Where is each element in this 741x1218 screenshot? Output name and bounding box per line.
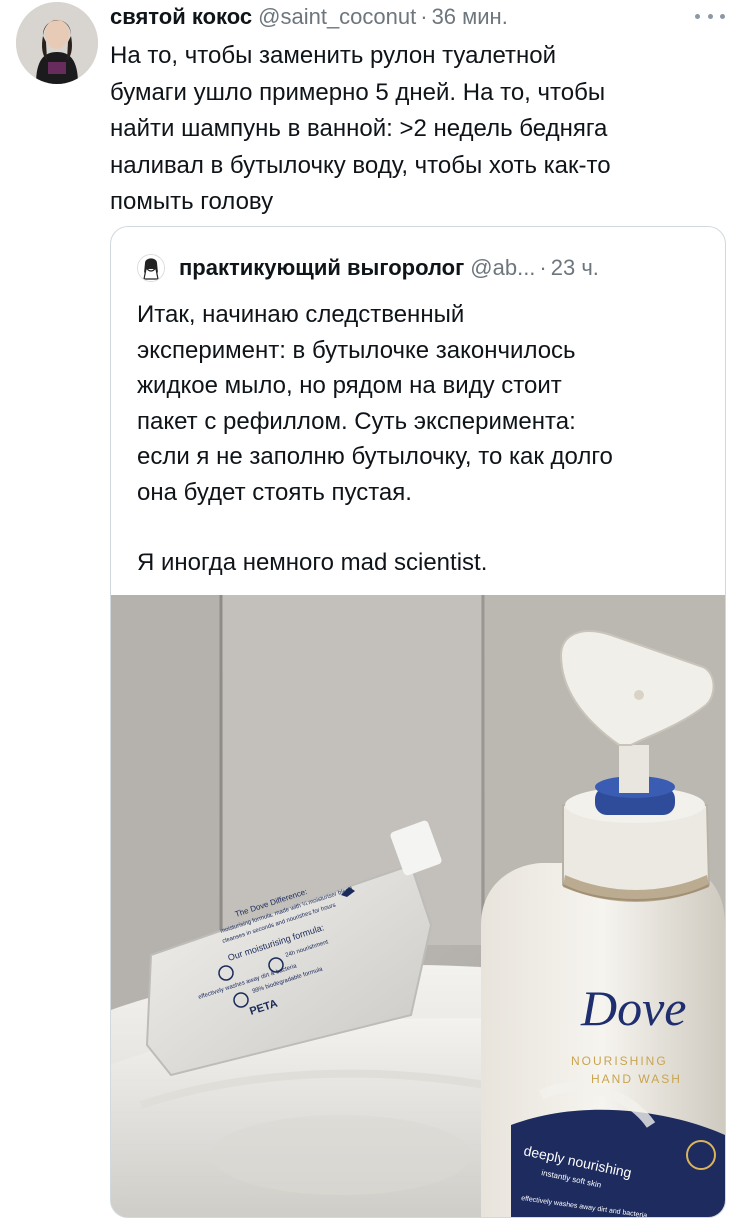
avatar[interactable] bbox=[16, 2, 98, 84]
user-handle[interactable]: @saint_coconut bbox=[258, 4, 416, 30]
display-name[interactable]: святой кокос bbox=[110, 4, 252, 30]
quote-separator-dot: · bbox=[539, 255, 547, 280]
bottle-brand: Dove bbox=[580, 980, 687, 1036]
more-dot bbox=[707, 13, 713, 19]
quote-paragraph: Я иногда немного mad scientist. bbox=[137, 549, 488, 576]
quote-avatar[interactable] bbox=[137, 254, 165, 282]
photo-image: The Dove Difference: moisturising formul… bbox=[111, 595, 725, 1217]
separator-dot: · bbox=[420, 4, 428, 29]
quote-paragraph: Итак, начинаю следственный эксперимент: … bbox=[137, 301, 613, 506]
attached-photo[interactable]: The Dove Difference: moisturising formul… bbox=[111, 595, 725, 1217]
quote-text: Итак, начинаю следственный эксперимент: … bbox=[137, 297, 707, 581]
tweet-header: святой кокос @saint_coconut · 36 мин. bbox=[110, 0, 721, 34]
more-dot bbox=[695, 13, 700, 19]
quote-header: практикующий выгоролог @ab... · 23 ч. bbox=[137, 251, 599, 285]
more-icon[interactable] bbox=[695, 6, 725, 26]
timestamp[interactable]: 36 мин. bbox=[432, 4, 508, 30]
quote-display-name[interactable]: практикующий выгоролог bbox=[179, 255, 464, 281]
bottle-sub-2: HAND WASH bbox=[591, 1072, 682, 1086]
bottle-sub-1: NOURISHING bbox=[571, 1054, 668, 1068]
quote-user-handle[interactable]: @ab... bbox=[470, 255, 535, 281]
avatar-image bbox=[16, 2, 98, 84]
quote-avatar-image bbox=[138, 255, 164, 281]
quote-timestamp[interactable]: 23 ч. bbox=[551, 255, 599, 281]
more-dot bbox=[720, 13, 725, 19]
tweet-text: На то, чтобы заменить рулон туалетной бу… bbox=[110, 42, 611, 215]
quoted-tweet[interactable]: практикующий выгоролог @ab... · 23 ч. Ит… bbox=[110, 226, 726, 1218]
